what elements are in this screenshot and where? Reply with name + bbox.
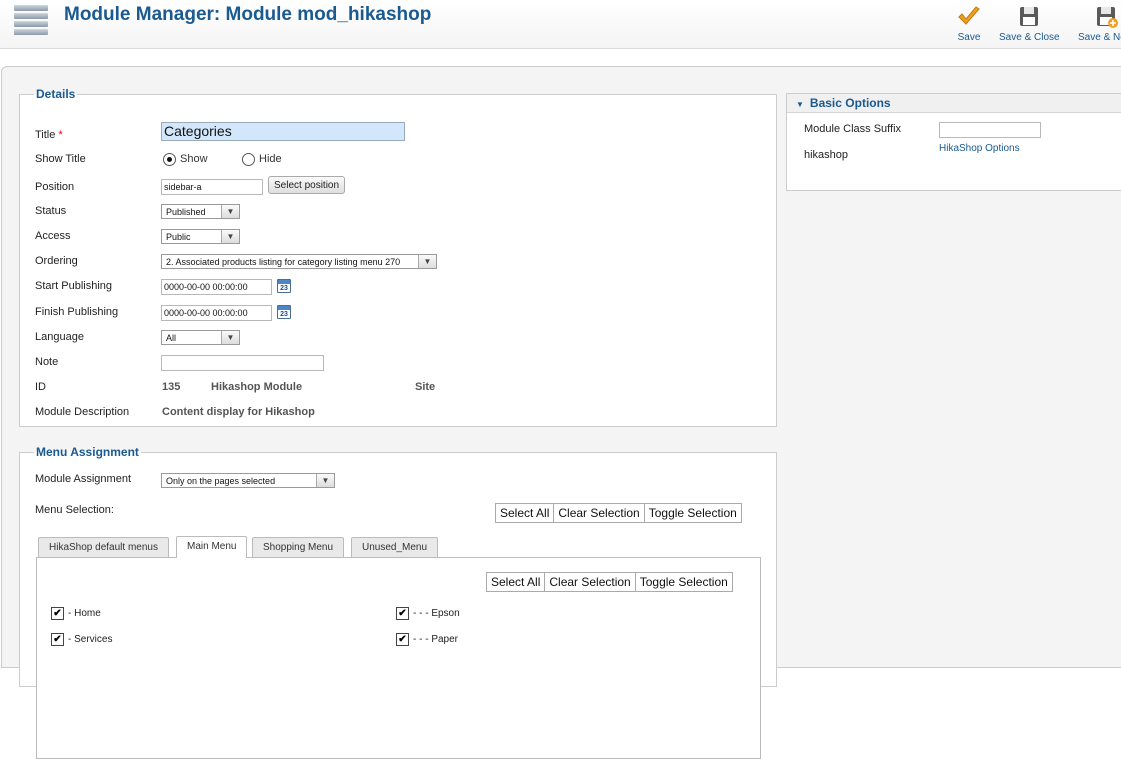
title-input[interactable]: Categories (161, 122, 405, 141)
chevron-down-icon: ▼ (221, 331, 239, 344)
required-marker: * (58, 129, 63, 141)
menu-item-checkbox[interactable]: ✔ (51, 633, 64, 646)
menu-item-label: - - - Paper (413, 634, 459, 645)
menu-item-checkbox[interactable]: ✔ (396, 633, 409, 646)
details-fieldset: Details Title * Categories Show Title Sho… (19, 87, 777, 427)
hide-radio[interactable] (242, 153, 255, 166)
details-legend: Details (36, 87, 76, 101)
show-title-label: Show Title (35, 153, 86, 165)
title-label: Title * (35, 129, 63, 141)
floppy-disk-plus-icon (1096, 7, 1118, 28)
access-select[interactable]: Public ▼ (161, 229, 240, 244)
language-select[interactable]: All ▼ (161, 330, 240, 345)
module-assignment-select[interactable]: Only on the pages selected ▼ (161, 473, 335, 488)
finish-publishing-input[interactable]: 0000-00-00 00:00:00 (161, 305, 272, 321)
clear-selection-button[interactable]: Clear Selection (545, 573, 636, 591)
tab-shopping-menu[interactable]: Shopping Menu (252, 537, 345, 557)
id-value: 135 (162, 381, 181, 393)
access-label: Access (35, 230, 71, 242)
save-button[interactable]: Save (956, 4, 982, 43)
position-label: Position (35, 181, 75, 193)
toolbar-header: Module Manager: Module mod_hikashop Save… (0, 0, 1121, 49)
chevron-down-icon: ▼ (316, 474, 334, 487)
chevron-down-icon: ▼ (221, 230, 239, 243)
page-title: Module Manager: Module mod_hikashop (64, 4, 432, 25)
language-label: Language (35, 331, 84, 343)
menu-item-label: - - - Epson (413, 608, 460, 619)
class-suffix-input[interactable] (939, 122, 1041, 138)
tab-hikashop-default-menus[interactable]: HikaShop default menus (38, 537, 169, 557)
basic-options-title: Basic Options (809, 96, 891, 110)
chevron-down-icon: ▼ (221, 205, 239, 218)
hide-radio-label: Hide (259, 153, 282, 165)
chevron-down-icon: ▼ (796, 100, 804, 109)
module-assignment-value: Only on the pages selected (166, 476, 276, 486)
save-close-button[interactable]: Save & Close (999, 4, 1060, 43)
checkmark-icon (958, 6, 980, 25)
module-manager-icon (14, 5, 48, 35)
menu-assignment-legend: Menu Assignment (36, 445, 139, 459)
show-radio-label: Show (180, 153, 208, 165)
module-name: Hikashop Module (211, 381, 303, 393)
note-input[interactable] (161, 355, 324, 371)
menu-selection-actions: Select All Clear Selection Toggle Select… (495, 503, 742, 523)
module-description-value: Content display for Hikashop (162, 406, 315, 418)
class-suffix-label: Module Class Suffix (804, 123, 902, 135)
chevron-down-icon: ▼ (418, 255, 436, 268)
status-select[interactable]: Published ▼ (161, 204, 240, 219)
ordering-select[interactable]: 2. Associated products listing for categ… (161, 254, 437, 269)
module-assignment-label: Module Assignment (35, 473, 131, 485)
panel-selection-actions: Select All Clear Selection Toggle Select… (486, 572, 733, 592)
select-all-button[interactable]: Select All (487, 573, 546, 591)
position-input[interactable]: sidebar-a (161, 179, 263, 195)
id-label: ID (35, 381, 46, 393)
start-publishing-label: Start Publishing (35, 280, 113, 292)
start-publishing-input[interactable]: 0000-00-00 00:00:00 (161, 279, 272, 295)
finish-publishing-label: Finish Publishing (35, 306, 119, 318)
toggle-selection-button[interactable]: Toggle Selection (645, 504, 741, 522)
ordering-label: Ordering (35, 255, 78, 267)
note-label: Note (35, 356, 59, 368)
ordering-value: 2. Associated products listing for categ… (166, 257, 401, 267)
hikashop-options-link[interactable]: HikaShop Options (939, 143, 1020, 154)
select-all-button[interactable]: Select All (496, 504, 555, 522)
save-new-button[interactable]: Save & New (1078, 4, 1121, 43)
menu-item-label: - Home (68, 608, 101, 619)
select-position-button[interactable]: Select position (268, 176, 346, 194)
language-value: All (166, 333, 177, 343)
hikashop-label: hikashop (804, 149, 849, 161)
menu-item-checkbox[interactable]: ✔ (396, 607, 409, 620)
tab-unused-menu[interactable]: Unused_Menu (351, 537, 439, 557)
access-value: Public (166, 232, 191, 242)
main-menu-panel: Select All Clear Selection Toggle Select… (36, 557, 761, 759)
basic-options-header[interactable]: ▼ Basic Options (787, 94, 1121, 113)
basic-options-panel: ▼ Basic Options Module Class Suffix hikas… (786, 93, 1121, 191)
main-content: Details Title * Categories Show Title Sho… (1, 66, 1121, 759)
module-description-label: Module Description (35, 406, 130, 418)
menu-item-checkbox[interactable]: ✔ (51, 607, 64, 620)
show-radio[interactable] (163, 153, 176, 166)
menu-item-label: - Services (68, 634, 113, 645)
module-client: Site (415, 381, 436, 393)
status-value: Published (166, 207, 206, 217)
calendar-icon[interactable]: 23 (277, 305, 291, 319)
menu-assignment-fieldset: Menu Assignment Module Assignment Only o… (19, 445, 777, 759)
status-label: Status (35, 205, 67, 217)
tab-main-menu[interactable]: Main Menu (176, 536, 248, 558)
calendar-icon[interactable]: 23 (277, 279, 291, 293)
menu-selection-label: Menu Selection: (35, 504, 114, 516)
toggle-selection-button[interactable]: Toggle Selection (636, 573, 732, 591)
floppy-disk-icon (1020, 7, 1039, 26)
clear-selection-button[interactable]: Clear Selection (554, 504, 645, 522)
